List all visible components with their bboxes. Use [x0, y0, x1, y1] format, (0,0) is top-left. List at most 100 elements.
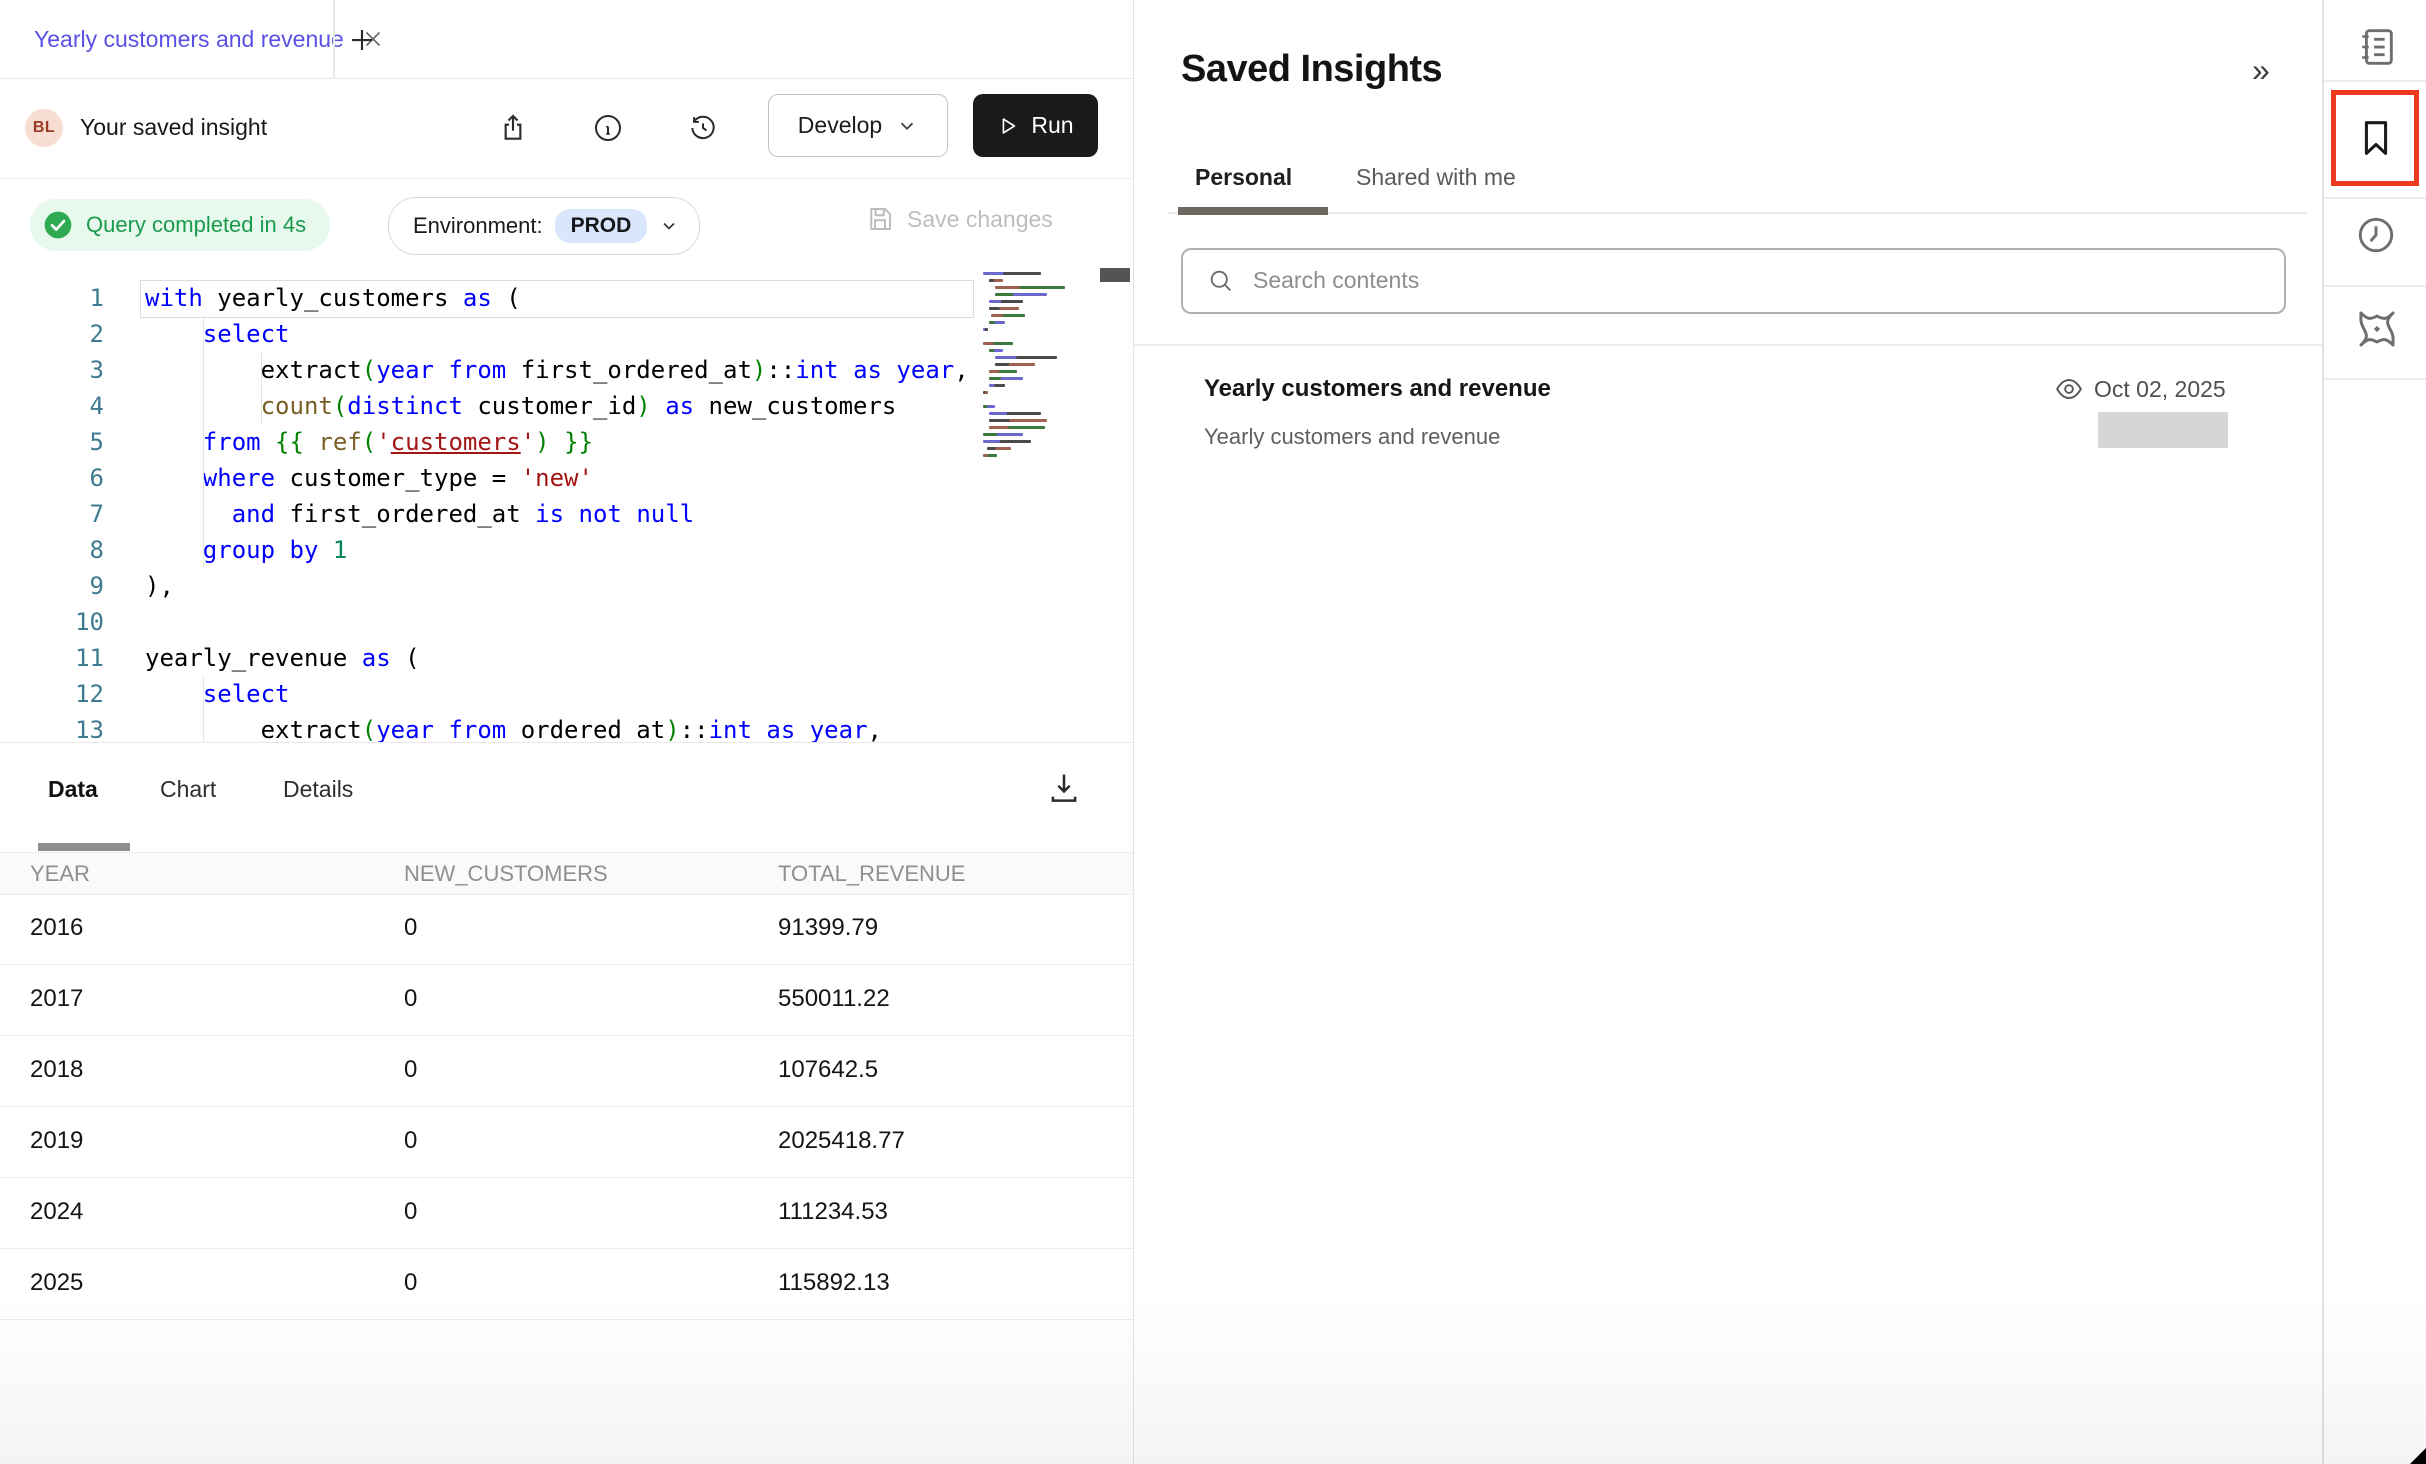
table-row: 20170550011.22: [0, 965, 1133, 1036]
table-cell: 0: [404, 1127, 417, 1155]
environment-selector[interactable]: Environment: PROD: [388, 197, 700, 255]
code-line[interactable]: 4 count(distinct customer_id) as new_cus…: [0, 388, 975, 424]
editor-scrollbar[interactable]: [1100, 268, 1130, 282]
code-text: with yearly_customers as (: [104, 280, 521, 316]
loading-skeleton: [2098, 412, 2228, 448]
search-icon: [1207, 267, 1235, 295]
table-cell: 2019: [30, 1127, 83, 1155]
avatar: BL: [25, 109, 63, 147]
query-status-text: Query completed in 4s: [86, 212, 306, 238]
table-cell: 107642.5: [778, 1056, 878, 1084]
table-row: 2025 0 115892.13: [0, 1249, 1133, 1320]
tab-personal[interactable]: Personal: [1195, 164, 1292, 191]
code-line[interactable]: 10: [0, 604, 975, 640]
code-line[interactable]: 6 where customer_type = 'new': [0, 460, 975, 496]
divider: [1134, 344, 2322, 346]
code-line[interactable]: 1with yearly_customers as (: [0, 280, 975, 316]
code-line[interactable]: 7 and first_ordered_at is not null: [0, 496, 975, 532]
tab-divider: [333, 0, 335, 78]
sidebar-divider: [2324, 197, 2426, 199]
download-results-button[interactable]: [1045, 768, 1085, 808]
table-cell: 0: [404, 1056, 417, 1084]
insight-title: Your saved insight: [80, 114, 267, 141]
code-line[interactable]: 8 group by 1: [0, 532, 975, 568]
line-number: 7: [0, 496, 104, 532]
save-changes-label: Save changes: [907, 206, 1053, 233]
code-text: and first_ordered_at is not null: [104, 496, 694, 532]
code-line[interactable]: 5 from {{ ref('customers') }}: [0, 424, 975, 460]
sidebar-divider: [2324, 285, 2426, 287]
app-window: Yearly customers and revenue BL Your sav…: [0, 0, 2426, 1464]
sidebar-item-notebook[interactable]: [2353, 24, 2399, 70]
chevron-down-icon: [896, 115, 918, 137]
line-number: 9: [0, 568, 104, 604]
code-line[interactable]: 3 extract(year from first_ordered_at)::i…: [0, 352, 975, 388]
code-text: yearly_revenue as (: [104, 640, 420, 676]
clock-icon: [2353, 212, 2399, 258]
table-cell: 111234.53: [778, 1198, 888, 1226]
code-line[interactable]: 2 select: [0, 316, 975, 352]
line-number: 2: [0, 316, 104, 352]
dbt-icon: [2353, 305, 2401, 353]
column-header-year: YEAR: [30, 861, 90, 887]
table-cell: 0: [404, 1269, 417, 1297]
table-row: 20180107642.5: [0, 1036, 1133, 1107]
tab-data[interactable]: Data: [48, 776, 98, 803]
sidebar-divider: [2324, 80, 2426, 82]
share-button[interactable]: [497, 112, 529, 144]
insight-item-date: Oct 02, 2025: [2094, 376, 2226, 403]
line-number: 1: [0, 280, 104, 316]
code-line[interactable]: 9),: [0, 568, 975, 604]
code-text: ),: [104, 568, 174, 604]
insight-toolbar: BL Your saved insight Develop Run: [0, 78, 1133, 179]
results-table-header: YEAR NEW_CUSTOMERS TOTAL_REVENUE: [0, 852, 1133, 895]
code-text: [104, 604, 145, 640]
tab-title: Yearly customers and revenue: [34, 26, 344, 53]
save-icon: [865, 204, 895, 234]
table-cell: 550011.22: [778, 985, 890, 1013]
table-row: 201902025418.77: [0, 1107, 1133, 1178]
table-cell: 2025: [30, 1269, 83, 1297]
line-number: 3: [0, 352, 104, 388]
code-line[interactable]: 11yearly_revenue as (: [0, 640, 975, 676]
environment-label: Environment:: [413, 213, 543, 239]
sql-editor[interactable]: 1with yearly_customers as (2 select3 ext…: [0, 268, 1133, 743]
code-text: select: [104, 676, 290, 712]
collapse-panel-button[interactable]: »: [2252, 52, 2270, 89]
tab-shared-with-me[interactable]: Shared with me: [1356, 164, 1516, 191]
new-tab-button[interactable]: [340, 18, 384, 62]
saved-insight-item[interactable]: Yearly customers and revenue Oct 02, 202…: [1134, 360, 2322, 490]
table-row: 20240111234.53: [0, 1178, 1133, 1249]
indent-guide: [203, 676, 204, 742]
column-header-total-revenue: TOTAL_REVENUE: [778, 861, 965, 887]
table-cell: 2016: [30, 914, 83, 942]
save-changes-button[interactable]: Save changes: [865, 204, 1053, 234]
search-input[interactable]: [1251, 256, 2245, 304]
table-cell: 115892.13: [778, 1269, 890, 1297]
code-line[interactable]: 12 select: [0, 676, 975, 712]
code-line[interactable]: 13 extract(year from ordered_at)::int as…: [0, 712, 975, 743]
tab-chart[interactable]: Chart: [160, 776, 216, 803]
right-icon-sidebar: [2323, 0, 2426, 1464]
develop-dropdown[interactable]: Develop: [768, 94, 948, 157]
query-workspace-panel: Yearly customers and revenue BL Your sav…: [0, 0, 1134, 1464]
eye-icon: [2054, 374, 2084, 404]
active-tab-indicator: [38, 843, 130, 851]
editor-minimap[interactable]: [983, 272, 1105, 482]
active-tab-indicator: [1178, 207, 1328, 215]
insight-item-title: Yearly customers and revenue: [1204, 375, 1551, 403]
info-button[interactable]: [592, 112, 624, 144]
indent-guide: [261, 352, 262, 424]
line-number: 12: [0, 676, 104, 712]
code-text: select: [104, 316, 290, 352]
history-button[interactable]: [687, 112, 719, 144]
column-header-new-customers: NEW_CUSTOMERS: [404, 861, 608, 887]
tab-details[interactable]: Details: [283, 776, 353, 803]
sidebar-item-saved-insights[interactable]: [2353, 115, 2399, 161]
history-icon: [687, 112, 719, 144]
line-number: 4: [0, 388, 104, 424]
run-button[interactable]: Run: [973, 94, 1098, 157]
sidebar-item-dbt[interactable]: [2353, 305, 2399, 351]
avatar-initials: BL: [33, 119, 55, 137]
sidebar-item-history[interactable]: [2353, 212, 2399, 258]
